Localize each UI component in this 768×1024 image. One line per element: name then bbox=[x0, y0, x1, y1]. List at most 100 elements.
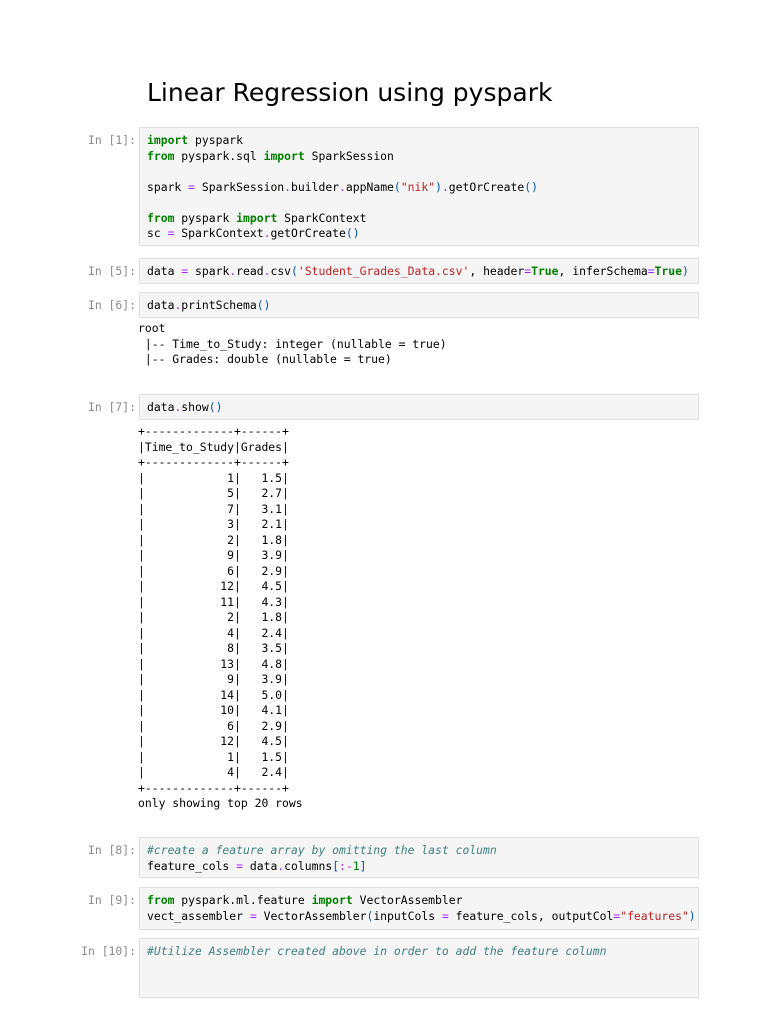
code-token: getOrCreate bbox=[270, 226, 346, 240]
code-token: VectorAssembler bbox=[256, 908, 367, 923]
code-line: sc = SparkContext.getOrCreate() bbox=[147, 226, 691, 242]
output-line: | 10| 4.1| bbox=[138, 703, 289, 717]
output-line: +-------------+------+ bbox=[138, 424, 289, 438]
code-token: ) bbox=[688, 908, 696, 923]
code-token: import bbox=[147, 133, 189, 147]
cell-input[interactable]: #Utilize Assembler created above in orde… bbox=[139, 938, 699, 998]
code-token: show bbox=[181, 400, 209, 414]
code-token: import bbox=[236, 210, 278, 225]
code-token: columns bbox=[284, 858, 333, 873]
output-line: | 5| 2.7| bbox=[138, 486, 289, 500]
code-token: csv bbox=[270, 264, 292, 278]
cell-input[interactable]: data.show() bbox=[139, 394, 699, 420]
code-token: = bbox=[249, 908, 257, 923]
code-token: pyspark.ml.feature bbox=[174, 893, 312, 907]
code-token: printSchema bbox=[181, 298, 257, 312]
code-token: from bbox=[147, 210, 175, 225]
cell-prompt: In [5]: bbox=[87, 264, 136, 278]
cell-input[interactable]: #create a feature array by omitting the … bbox=[139, 837, 699, 878]
code-token: from bbox=[147, 148, 175, 163]
output-line: | 4| 2.4| bbox=[138, 625, 289, 640]
code-token: #create a feature array by omitting the … bbox=[147, 843, 497, 857]
code-line: from pyspark.sql import SparkSession bbox=[147, 149, 691, 165]
code-token: = bbox=[188, 179, 196, 194]
code-token: SparkContext bbox=[277, 210, 367, 225]
code-token: read bbox=[236, 264, 264, 278]
output-line: | 13| 4.8| bbox=[138, 656, 289, 671]
code-token: #Utilize Assembler created above in orde… bbox=[147, 944, 607, 958]
code-token: data bbox=[243, 858, 278, 873]
code-token: "features" bbox=[620, 908, 689, 923]
code-token: SparkContext bbox=[174, 226, 264, 240]
output-line: | 6| 2.9| bbox=[138, 718, 289, 733]
code-token: = bbox=[236, 858, 244, 873]
code-token: True bbox=[531, 264, 559, 278]
output-line: |Time_to_Study|Grades| bbox=[138, 439, 289, 454]
output-line: | 7| 3.1| bbox=[138, 501, 289, 516]
code-token: sc bbox=[147, 226, 168, 240]
code-line: #Utilize Assembler created above in orde… bbox=[147, 944, 691, 960]
notebook-title: Linear Regression using pyspark bbox=[147, 78, 553, 107]
code-line: from pyspark.ml.feature import VectorAss… bbox=[147, 893, 691, 909]
cell-input[interactable]: data.printSchema() bbox=[139, 292, 699, 318]
output-line: | 2| 1.8| bbox=[138, 610, 289, 624]
code-token: from bbox=[147, 893, 175, 907]
output-line: | 9| 3.9| bbox=[138, 672, 289, 686]
code-token: . bbox=[339, 179, 346, 194]
output-line: | 4| 2.4| bbox=[138, 765, 289, 779]
output-line: | 6| 2.9| bbox=[138, 563, 289, 578]
output-line: | 12| 4.5| bbox=[138, 734, 289, 748]
code-token: . bbox=[284, 179, 292, 194]
code-token: True bbox=[654, 264, 682, 278]
cell-output: root |-- Time_to_Study: integer (nullabl… bbox=[138, 321, 447, 368]
cell-input[interactable]: data = spark.read.csv('Student_Grades_Da… bbox=[139, 258, 699, 284]
output-line: | 14| 5.0| bbox=[138, 687, 289, 702]
cell-prompt: In [8]: bbox=[87, 843, 136, 857]
cell-input[interactable]: import pyspark from pyspark.sql import Sp… bbox=[139, 127, 699, 246]
cell-prompt: In [6]: bbox=[87, 298, 136, 312]
code-line: data = spark.read.csv('Student_Grades_Da… bbox=[147, 264, 691, 280]
code-token: data bbox=[147, 264, 182, 278]
output-line: | 12| 4.5| bbox=[138, 579, 289, 593]
code-token: () bbox=[524, 179, 538, 194]
code-line: feature_cols = data.columns[:-1] bbox=[147, 859, 691, 875]
code-token: :- bbox=[339, 858, 353, 873]
output-line: | 9| 3.9| bbox=[138, 548, 289, 562]
code-token: spark bbox=[147, 179, 189, 194]
output-line: root bbox=[138, 321, 166, 335]
output-line: only showing top 20 rows bbox=[138, 796, 303, 810]
output-line: | 11| 4.3| bbox=[138, 594, 289, 609]
code-token: feature_cols, outputCol bbox=[448, 908, 614, 923]
code-line: #create a feature array by omitting the … bbox=[147, 843, 691, 859]
code-token: pyspark bbox=[188, 133, 244, 147]
code-token: VectorAssembler bbox=[352, 893, 463, 907]
output-line: |-- Time_to_Study: integer (nullable = t… bbox=[138, 336, 447, 351]
output-line: | 1| 1.5| bbox=[138, 749, 289, 764]
code-line: data.printSchema() bbox=[147, 298, 691, 314]
code-token: () bbox=[208, 400, 223, 414]
code-token: ) bbox=[681, 264, 689, 278]
output-line: | 2| 1.8| bbox=[138, 532, 289, 547]
code-line: spark = SparkSession.builder.appName("ni… bbox=[147, 180, 691, 196]
code-token: builder bbox=[291, 179, 340, 194]
code-token: inputCols bbox=[373, 908, 442, 923]
code-token: pyspark.sql bbox=[174, 148, 264, 163]
code-token: import bbox=[263, 148, 305, 163]
code-line: from pyspark import SparkContext bbox=[147, 211, 691, 227]
code-token: ( bbox=[393, 179, 401, 194]
code-token: SparkSession bbox=[195, 179, 285, 194]
code-token: vect_assembler bbox=[147, 908, 250, 923]
code-token: spark bbox=[188, 264, 230, 278]
code-token: = bbox=[647, 264, 655, 278]
output-line: +-------------+------+ bbox=[138, 780, 289, 795]
code-line: data.show() bbox=[147, 400, 691, 416]
code-token: ] bbox=[359, 858, 367, 873]
output-line: | 3| 2.1| bbox=[138, 517, 289, 531]
code-token: , inferSchema bbox=[558, 264, 648, 278]
cell-input[interactable]: from pyspark.ml.feature import VectorAss… bbox=[139, 887, 699, 930]
code-line: vect_assembler = VectorAssembler(inputCo… bbox=[147, 908, 696, 925]
cell-prompt: In [10]: bbox=[81, 944, 136, 958]
output-line: | 8| 3.5| bbox=[138, 641, 289, 655]
